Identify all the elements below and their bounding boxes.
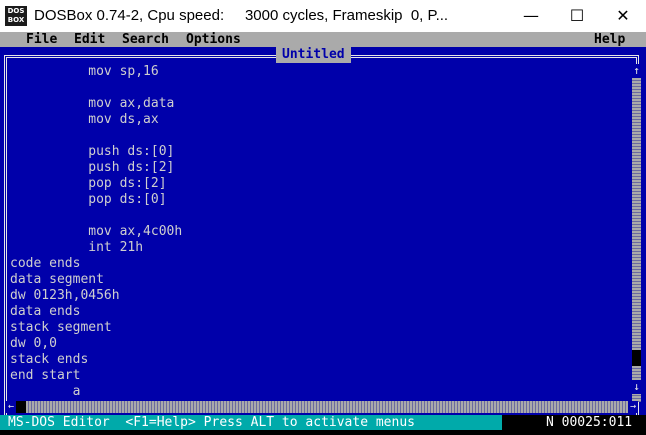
dos-screen: File Edit Search Options Help Untitled m… [0,32,646,435]
vertical-scrollbar-thumb[interactable] [632,350,641,366]
code-line[interactable]: push ds:[2] [10,160,174,176]
horizontal-scrollbar-thumb[interactable] [16,401,26,413]
scroll-left-arrow-icon[interactable]: ← [6,401,16,413]
horizontal-scrollbar-track[interactable] [10,401,630,413]
code-line[interactable]: dw 0,0 [10,336,57,352]
code-line[interactable]: a [10,384,81,400]
editor-menu-bar: File Edit Search Options Help [0,32,646,47]
scroll-up-arrow-icon[interactable]: ↑ [632,64,641,78]
code-line[interactable]: mov ax,4c00h [10,224,182,240]
minimize-button[interactable]: — [508,0,554,32]
code-line[interactable]: stack ends [10,352,88,368]
status-help-text: MS-DOS Editor <F1=Help> Press ALT to act… [8,415,415,430]
code-line[interactable]: stack segment [10,320,112,336]
icon-text-top: DOS [7,7,25,15]
code-line[interactable]: push ds:[0] [10,144,174,160]
code-editor-area[interactable]: mov sp,16 mov ax,data mov ds,ax push ds:… [10,64,630,399]
cursor-position: N 00025:011 [546,415,633,430]
status-bar: MS-DOS Editor <F1=Help> Press ALT to act… [0,415,646,430]
menu-options[interactable]: Options [186,32,241,47]
scroll-down-arrow-icon[interactable]: ↓ [632,380,641,394]
icon-text-bottom: BOX [7,16,25,24]
maximize-button[interactable]: ☐ [554,0,600,32]
dosbox-app-icon[interactable]: DOS BOX [5,6,27,26]
menu-edit[interactable]: Edit [74,32,105,47]
menu-help[interactable]: Help [594,32,625,47]
window-title: DOSBox 0.74-2, Cpu speed: 3000 cycles, F… [34,7,449,24]
code-line[interactable]: mov sp,16 [10,64,158,80]
code-line[interactable]: dw 0123h,0456h [10,288,120,304]
window-title-bar: DOS BOX DOSBox 0.74-2, Cpu speed: 3000 c… [0,0,646,32]
dos-bottom-border [0,430,646,435]
scroll-right-arrow-icon[interactable]: → [628,401,638,413]
code-line[interactable]: code ends [10,256,80,272]
menu-file[interactable]: File [26,32,57,47]
code-line[interactable]: data segment [10,272,104,288]
document-title: Untitled [276,47,351,63]
code-line[interactable]: end start [10,368,80,384]
code-line[interactable]: int 21h [10,240,143,256]
code-line[interactable]: mov ds,ax [10,112,158,128]
code-line[interactable]: mov ax,data [10,96,174,112]
code-line[interactable]: pop ds:[0] [10,192,166,208]
close-button[interactable]: ✕ [600,0,646,32]
menu-search[interactable]: Search [122,32,169,47]
code-line[interactable]: pop ds:[2] [10,176,166,192]
code-line[interactable]: data ends [10,304,80,320]
